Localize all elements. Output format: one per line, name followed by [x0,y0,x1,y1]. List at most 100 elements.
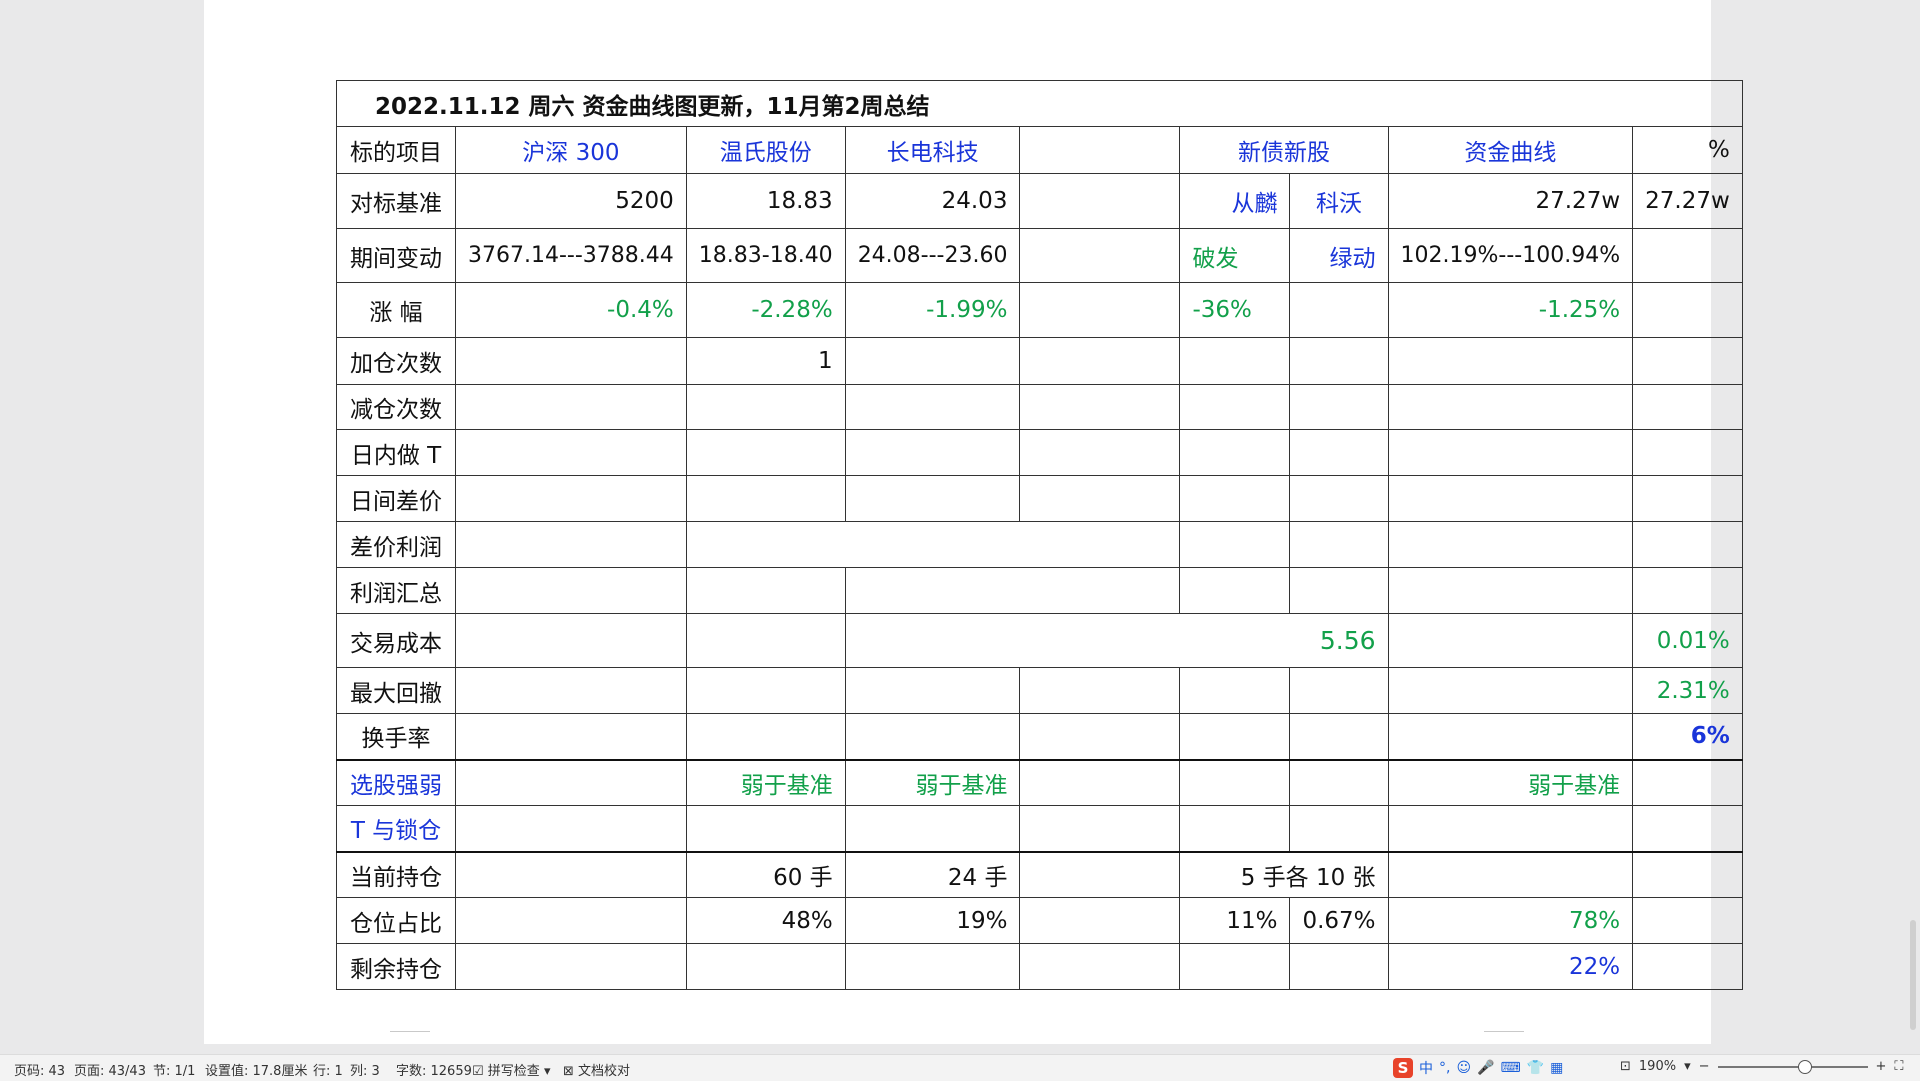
cell[interactable]: 弱于基准 [844,758,1021,806]
dropdown-arrow-icon[interactable]: ▾ [1684,1059,1691,1074]
cell[interactable]: -1.99% [844,282,1021,338]
empty-cell[interactable] [1632,805,1743,852]
cell[interactable]: 24.03 [844,173,1021,229]
empty-cell[interactable] [455,475,687,522]
cell[interactable]: 11% [1179,897,1291,944]
fit-page-icon[interactable]: ⊡ [1620,1059,1631,1074]
header-changdian[interactable]: 长电科技 [844,126,1021,174]
cell[interactable]: 0.01% [1632,613,1743,668]
empty-cell[interactable] [1387,850,1634,898]
empty-cell[interactable] [844,943,1021,990]
empty-cell[interactable] [1632,521,1743,568]
spell-check-button[interactable]: ☑ 拼写检查 ▾ [472,1060,550,1079]
table-title[interactable]: 2022.11.12 周六 资金曲线图更新，11月第2周总结 [336,80,1743,127]
empty-cell[interactable] [1019,805,1181,852]
empty-cell[interactable] [1632,897,1743,944]
empty-cell[interactable] [1387,475,1634,522]
fullscreen-icon[interactable]: ⛶ [1894,1059,1903,1074]
empty-cell[interactable] [455,521,687,568]
row-label[interactable]: 减仓次数 [336,384,456,430]
cell[interactable]: 22% [1387,943,1634,990]
empty-cell[interactable] [844,337,1021,385]
status-section[interactable]: 节: 1/1 [153,1060,195,1079]
ime-toolbar[interactable]: S 中 °, ☺ 🎤 ⌨ 👕 ▦ [1393,1057,1603,1079]
cell[interactable]: 弱于基准 [1387,758,1634,806]
empty-cell[interactable] [1632,758,1743,806]
empty-cell[interactable] [1289,567,1389,614]
keyboard-icon[interactable]: ⌨ [1501,1060,1521,1076]
empty-cell[interactable] [1632,228,1743,283]
skin-icon[interactable]: 👕 [1527,1060,1544,1076]
empty-cell[interactable] [685,567,846,614]
empty-cell[interactable] [1289,713,1389,760]
header-hs300[interactable]: 沪深 300 [455,126,687,174]
zoom-in-icon[interactable]: + [1876,1059,1887,1074]
status-page-code[interactable]: 页码: 43 [14,1060,65,1079]
empty-cell[interactable] [1632,475,1743,522]
empty-cell[interactable] [1289,667,1389,714]
row-label[interactable]: 交易成本 [336,613,456,668]
punctuation-icon[interactable]: °, [1439,1060,1450,1076]
empty-cell[interactable] [1289,384,1389,430]
empty-cell[interactable] [1179,758,1291,806]
empty-cell[interactable] [1387,429,1634,476]
cell[interactable]: 48% [685,897,846,944]
empty-cell[interactable] [1179,567,1291,614]
empty-cell[interactable] [1019,850,1181,898]
empty-cell[interactable] [455,337,687,385]
empty-cell[interactable] [1387,521,1634,568]
empty-cell[interactable] [455,943,687,990]
empty-cell[interactable] [844,384,1021,430]
cell[interactable]: 19% [844,897,1021,944]
empty-cell[interactable] [1179,805,1291,852]
empty-cell[interactable] [1632,850,1743,898]
row-label[interactable]: 利润汇总 [336,567,456,614]
toolbox-icon[interactable]: ▦ [1550,1060,1563,1076]
cell[interactable]: -1.25% [1387,282,1634,338]
status-pages[interactable]: 页面: 43/43 [74,1060,146,1079]
ime-language[interactable]: 中 [1419,1058,1433,1078]
zoom-slider-knob[interactable] [1797,1059,1812,1074]
vertical-scrollbar[interactable] [1910,920,1916,1030]
zoom-slider[interactable] [1717,1059,1868,1074]
row-label[interactable]: 期间变动 [336,228,456,283]
empty-cell[interactable] [1019,429,1181,476]
microphone-icon[interactable]: 🎤 [1477,1060,1494,1076]
status-row[interactable]: 行: 1 [313,1060,343,1079]
empty-cell[interactable] [844,475,1021,522]
cell[interactable]: 3767.14---3788.44 [455,228,687,283]
row-label[interactable]: 剩余持仓 [336,943,456,990]
empty-cell[interactable] [1632,337,1743,385]
empty-cell[interactable] [1019,228,1181,283]
cell[interactable]: 科沃 [1289,173,1389,229]
header-wenshi[interactable]: 温氏股份 [685,126,846,174]
empty-cell[interactable] [455,758,687,806]
header-percent[interactable]: % [1632,126,1743,174]
empty-cell[interactable] [1632,943,1743,990]
empty-cell[interactable] [455,429,687,476]
merged-cell[interactable] [844,567,1181,614]
empty-cell[interactable] [1387,337,1634,385]
empty-cell[interactable] [685,805,846,852]
empty-cell[interactable] [1019,337,1181,385]
cell[interactable]: 5 手各 10 张 [1179,850,1389,898]
row-label[interactable]: 换手率 [336,713,456,760]
empty-cell[interactable] [685,613,846,668]
empty-cell[interactable] [455,713,687,760]
empty-cell[interactable] [1019,475,1181,522]
empty-cell[interactable] [1289,282,1389,338]
cell[interactable]: 27.27w [1387,173,1634,229]
empty-cell[interactable] [1179,713,1291,760]
cell[interactable]: 18.83-18.40 [685,228,846,283]
empty-cell[interactable] [1289,521,1389,568]
empty-cell[interactable] [1019,758,1181,806]
cell[interactable]: 102.19%---100.94% [1387,228,1634,283]
empty-cell[interactable] [1019,282,1181,338]
empty-cell[interactable] [1632,282,1743,338]
row-label[interactable]: 选股强弱 [336,758,456,806]
cell[interactable]: 24 手 [844,850,1021,898]
empty-cell[interactable] [1019,173,1181,229]
empty-cell[interactable] [685,667,846,714]
empty-cell[interactable] [1019,126,1181,174]
empty-cell[interactable] [1289,805,1389,852]
